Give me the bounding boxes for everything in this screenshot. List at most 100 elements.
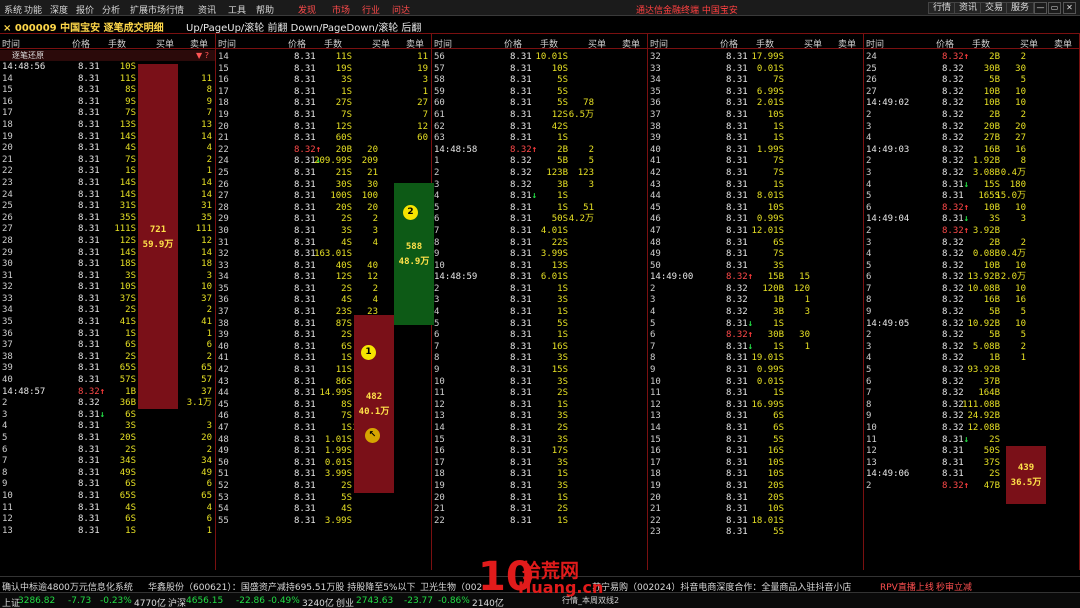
- tick-time: 5: [866, 260, 872, 271]
- tick-sell: 49: [201, 467, 212, 478]
- tick-time: 49: [650, 249, 661, 260]
- tick-row: 458.318S7: [216, 400, 431, 412]
- menu-item[interactable]: 扩展市场行情: [130, 3, 184, 16]
- tick-time: 18: [218, 98, 229, 109]
- tick-volume: 4S: [125, 502, 136, 513]
- toolbar-button[interactable]: 交易: [980, 2, 1009, 14]
- tick-time: 5: [866, 191, 872, 202]
- header-buy: 买单: [1020, 40, 1039, 50]
- tick-row: 55 8.31 3.99S: [216, 516, 431, 528]
- column-header: 时间 价格 手数 买单 卖单: [432, 34, 647, 50]
- menu-item[interactable]: 行业: [362, 3, 380, 16]
- tick-time: 8: [650, 353, 656, 364]
- tick-volume: 7S: [125, 154, 136, 165]
- tick-time: 40: [2, 375, 13, 386]
- tick-volume: 5S: [773, 434, 784, 445]
- tick-row: 20 8.31 20S: [648, 493, 863, 505]
- tick-time: 19: [434, 480, 445, 491]
- tick-volume: 3S: [773, 260, 784, 271]
- tick-volume: 6S: [773, 237, 784, 248]
- menu-item[interactable]: 深度: [50, 3, 68, 16]
- tick-row: 31 8.31 3S 3: [0, 271, 215, 283]
- tick-time: 3: [650, 295, 656, 306]
- tick-row: 4 8.32 0.08B 0.4万: [864, 249, 1079, 261]
- tick-volume: 1S: [773, 179, 784, 190]
- menu-item[interactable]: 资讯: [198, 3, 216, 16]
- tick-buy: 0.4万: [1000, 249, 1026, 260]
- tick-sell: 34: [201, 456, 212, 467]
- tick-time: 14:48:59: [434, 272, 478, 283]
- tick-time: 40: [218, 341, 229, 352]
- toolbar-button[interactable]: 服务: [1006, 2, 1035, 14]
- header-sell: 卖单: [838, 40, 857, 50]
- tick-time: 26: [866, 75, 877, 86]
- menu-item[interactable]: 分析: [102, 3, 120, 16]
- tick-row: 14:49:05 8.32 10.92B 10: [864, 319, 1079, 331]
- tick-buy: 5: [588, 156, 594, 167]
- tick-row: 7 8.32 10.08B 10: [864, 284, 1079, 296]
- tick-buy: 2: [372, 214, 378, 225]
- tick-volume: 13S: [551, 260, 568, 271]
- menu-item[interactable]: 问达: [392, 3, 410, 16]
- tick-row: 18 8.31 10S: [648, 469, 863, 481]
- tick-sell: 11: [417, 52, 428, 62]
- tick-buy: 20: [367, 144, 378, 155]
- tick-volume: 3.99S: [324, 469, 352, 480]
- tick-time: 20: [2, 143, 13, 154]
- tick-volume: 16S: [551, 341, 568, 352]
- tick-row: 20 8.31 12S 12: [216, 122, 431, 134]
- tick-row: 57 8.31 10S: [432, 64, 647, 76]
- tick-volume: 42S: [551, 121, 568, 132]
- close-icon[interactable]: ✕: [1063, 2, 1076, 14]
- tick-time: 9: [650, 365, 656, 376]
- tick-volume: 11S: [119, 73, 136, 84]
- tick-time: 2: [866, 480, 872, 491]
- tick-buy: 10: [1015, 202, 1026, 213]
- tick-time: 4: [866, 133, 872, 144]
- menu-item[interactable]: 发现: [298, 3, 316, 16]
- tick-time: 14: [650, 423, 661, 433]
- tick-volume: 20S: [767, 480, 784, 491]
- menu-item[interactable]: 工具: [228, 3, 246, 16]
- tick-time: 41: [650, 156, 661, 167]
- tick-volume: 20S: [119, 433, 136, 443]
- tick-volume: 2S: [557, 388, 568, 399]
- tick-volume: 37B: [983, 376, 1000, 387]
- minimize-icon[interactable]: —: [1034, 2, 1047, 14]
- tick-volume: 16S: [767, 446, 784, 457]
- restore-toggle[interactable]: 逐笔还原 ▼ ?: [0, 50, 215, 61]
- filter-icon[interactable]: ▼ ?: [196, 50, 209, 61]
- tick-volume: 19.01S: [751, 353, 784, 364]
- menu-item[interactable]: 帮助: [256, 3, 274, 16]
- tick-sell: 4: [206, 502, 212, 513]
- tick-row: 38 8.31 1S: [648, 122, 863, 134]
- tick-time: 15: [218, 63, 229, 74]
- ticks-panel5: 时间 价格 手数 买单 卖单 24 8.32↑ 2B 2 25 8.32 30B 30 26 8.32 5B 5…: [864, 34, 1080, 570]
- restore-icon[interactable]: ▭: [1048, 2, 1061, 14]
- menu-item[interactable]: 功能: [24, 3, 42, 16]
- tick-row: 6 8.31 50S 4.2万: [432, 214, 647, 226]
- tick-volume: 10S: [767, 109, 784, 120]
- toolbar-button[interactable]: 行情: [928, 2, 957, 14]
- menu-item[interactable]: 系统: [4, 3, 22, 16]
- tick-volume: 3S: [557, 434, 568, 445]
- tick-row: 14 8.31 11S 11: [216, 52, 431, 64]
- menu-item[interactable]: 市场: [332, 3, 350, 16]
- menu-item[interactable]: 报价: [76, 3, 94, 16]
- tick-time: 7: [866, 283, 872, 294]
- tick-buy: 4: [372, 295, 378, 306]
- sell-block-1-amount: 59.9万: [142, 239, 174, 250]
- restore-label: 逐笔还原: [12, 51, 44, 60]
- tick-time: 6: [434, 214, 440, 225]
- tick-sell: 65: [201, 490, 212, 501]
- tick-row: 17 8.31 7S 7: [0, 108, 215, 120]
- tick-row: 43 8.31 1S: [648, 180, 863, 192]
- tick-time: 2: [866, 225, 872, 236]
- tick-volume: 3S: [125, 270, 136, 281]
- tick-time: 23: [2, 177, 13, 188]
- tick-time: 21: [434, 504, 445, 515]
- toolbar-button[interactable]: 资讯: [954, 2, 983, 14]
- tick-row: 10 8.31 0.01S: [648, 377, 863, 389]
- tick-row: 14 8.31 6S: [648, 423, 863, 435]
- tick-buy: 180: [1009, 179, 1026, 190]
